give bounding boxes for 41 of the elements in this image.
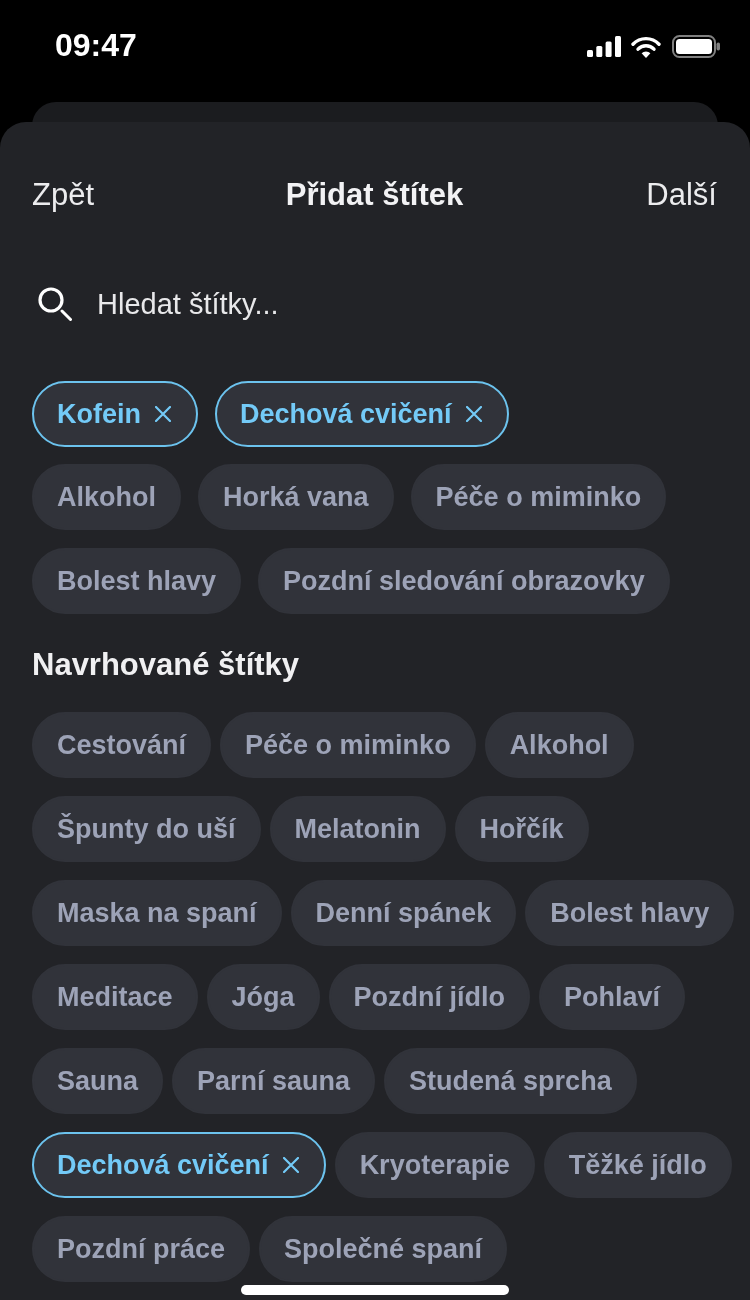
back-button[interactable]: Zpět [32,172,95,218]
next-button[interactable]: Další [646,172,717,218]
tag-chip[interactable]: Pozdní sledování obrazovky [258,548,670,614]
tag-chip[interactable]: Pozdní jídlo [328,964,531,1030]
tag-chip[interactable]: Péče o miminko [220,712,476,778]
close-icon[interactable] [465,406,482,422]
tag-chip[interactable]: Špunty do uší [32,796,261,862]
tag-chip[interactable]: Sauna [32,1048,164,1114]
tag-chip[interactable]: Horká vana [198,464,394,530]
tag-chip[interactable]: Kofein [32,381,198,447]
tag-chip[interactable]: Meditace [32,964,198,1030]
tag-chip[interactable]: Hořčík [454,796,589,862]
wifi-icon [631,35,661,58]
tag-chip[interactable]: Maska na spaní [32,880,282,946]
search-field[interactable]: Hledat štítky... [97,284,717,324]
battery-icon [672,35,720,58]
signal-icon [587,36,621,57]
tag-chip[interactable]: Pozdní práce [32,1216,251,1282]
tag-chip[interactable]: Melatonin [269,796,446,862]
tag-chip[interactable]: Kryoterapie [334,1132,535,1198]
tag-chip[interactable]: Alkohol [32,464,181,530]
search-icon [38,287,72,321]
tag-chip[interactable]: Těžké jídlo [543,1132,732,1198]
tag-chip[interactable]: Parní sauna [172,1048,376,1114]
section-heading: Navrhované štítky [32,647,300,683]
tag-chip[interactable]: Dechová cvičení [32,1132,326,1198]
tag-chip[interactable]: Bolest hlavy [32,548,242,614]
status-time: 09:47 [55,27,137,63]
tag-chip[interactable]: Studená sprcha [384,1048,637,1114]
sheet-title: Přidat štítek [285,176,464,214]
close-icon[interactable] [282,1157,299,1173]
close-icon[interactable] [155,406,171,422]
tag-chip[interactable]: Péče o miminko [410,464,667,530]
tag-chip[interactable]: Jóga [206,964,320,1030]
tag-chip[interactable]: Bolest hlavy [525,880,735,946]
tag-chip[interactable]: Denní spánek [290,880,517,946]
tag-chip[interactable]: Společné spaní [259,1216,508,1282]
tag-chip[interactable]: Dechová cvičení [215,381,509,447]
tag-chip[interactable]: Cestování [32,712,212,778]
tag-chip[interactable]: Alkohol [484,712,634,778]
tag-chip[interactable]: Pohlaví [539,964,686,1030]
